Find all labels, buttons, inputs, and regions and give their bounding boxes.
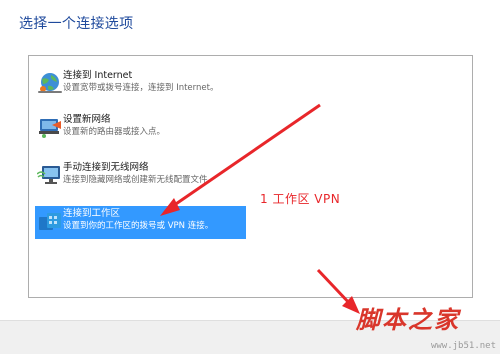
connection-options-list: 连接到 Internet 设置宽带或拨号连接，连接到 Internet。 设置新… [28, 55, 473, 298]
option-setup-new-network[interactable]: 设置新网络 设置新的路由器或接入点。 [35, 112, 240, 143]
router-setup-icon [37, 115, 63, 139]
watermark: 脚本之家 www.jb51.net [340, 300, 500, 354]
option-description: 设置宽带或拨号连接，连接到 Internet。 [63, 83, 219, 93]
option-description: 连接到隐藏网络或创建新无线配置文件。 [63, 175, 217, 185]
option-manual-wireless[interactable]: 手动连接到无线网络 连接到隐藏网络或创建新无线配置文件。 [35, 160, 240, 191]
wireless-monitor-icon [36, 163, 63, 187]
option-connect-internet[interactable]: 连接到 Internet 设置宽带或拨号连接，连接到 Internet。 [35, 68, 240, 99]
option-title: 连接到 Internet [63, 70, 133, 81]
option-title: 设置新网络 [63, 114, 111, 125]
workplace-briefcase-icon [37, 209, 63, 233]
option-description: 设置新的路由器或接入点。 [63, 127, 166, 137]
option-description: 设置到你的工作区的拨号或 VPN 连接。 [63, 221, 214, 231]
watermark-url: www.jb51.net [430, 341, 496, 351]
page-title: 选择一个连接选项 [19, 16, 134, 32]
option-title: 手动连接到无线网络 [63, 162, 149, 173]
annotation-label: 1 工作区 VPN [260, 192, 341, 206]
network-setup-dialog: 选择一个连接选项 连接到 Internet 设置宽带或拨号连接，连接到 Inte… [0, 0, 500, 354]
globe-network-icon [37, 71, 63, 95]
option-connect-workplace[interactable]: 连接到工作区 设置到你的工作区的拨号或 VPN 连接。 [35, 206, 246, 239]
watermark-logo: 脚本之家 [356, 305, 460, 334]
option-title: 连接到工作区 [63, 208, 121, 219]
